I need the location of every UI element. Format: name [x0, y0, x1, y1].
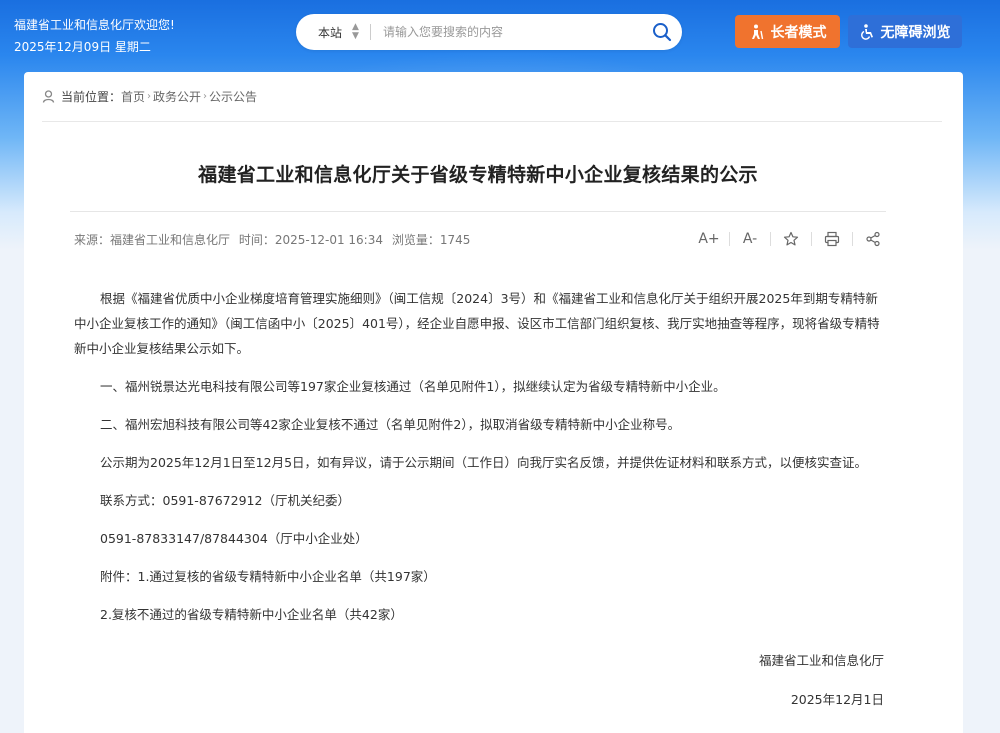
- article-paragraph: 公示期为2025年12月1日至12月5日，如有异议，请于公示期间（工作日）向我厅…: [100, 455, 868, 470]
- signature-org: 福建省工业和信息化厅: [758, 653, 884, 668]
- article-meta: 来源：福建省工业和信息化厅 时间：2025-12-01 16:34 浏览量：17…: [74, 231, 475, 248]
- welcome-text: 福建省工业和信息化厅欢迎您!: [14, 18, 175, 32]
- search-scope-select[interactable]: 本站 ▲ ▼: [296, 23, 370, 41]
- accessibility-button[interactable]: 无障碍浏览: [848, 15, 962, 48]
- attachment-link-2[interactable]: 2.复核不通过的省级专精特新中小企业名单（共42家）: [74, 602, 884, 627]
- welcome-block: 福建省工业和信息化厅欢迎您! 2025年12月09日 星期二: [14, 15, 175, 57]
- toolbar-divider: [852, 232, 853, 246]
- title-divider: [70, 211, 886, 212]
- printer-icon: [824, 231, 840, 247]
- breadcrumb-gov-open-link[interactable]: 政务公开: [153, 88, 201, 105]
- article-time: 时间：2025-12-01 16:34: [238, 233, 383, 247]
- breadcrumb-home-link[interactable]: 首页: [121, 88, 145, 105]
- chevron-right-icon: ›: [147, 91, 152, 102]
- share-icon: [866, 231, 880, 247]
- favorite-button[interactable]: [780, 229, 802, 249]
- article-toolbar: A+ A-: [698, 229, 884, 249]
- search-bar: 本站 ▲ ▼: [296, 14, 682, 50]
- updown-arrows-icon: ▲ ▼: [352, 22, 359, 41]
- article-source: 来源：福建省工业和信息化厅: [74, 233, 231, 247]
- article-paragraph: 0591-87833147/87844304（厅中小企业处）: [100, 531, 368, 546]
- search-divider: [370, 24, 371, 40]
- share-button[interactable]: [862, 229, 884, 249]
- chevron-right-icon: ›: [203, 91, 208, 102]
- accessibility-label: 无障碍浏览: [880, 24, 951, 41]
- print-button[interactable]: [821, 229, 843, 249]
- font-increase-icon: A+: [698, 231, 720, 247]
- font-decrease-icon: A-: [742, 231, 758, 247]
- article-paragraph: 二、福州宏旭科技有限公司等42家企业复核不通过（名单见附件2），拟取消省级专精特…: [100, 417, 681, 432]
- toolbar-divider: [811, 232, 812, 246]
- location-icon: [42, 90, 55, 103]
- elder-icon: [751, 24, 763, 39]
- font-decrease-button[interactable]: A-: [739, 229, 761, 249]
- article-paragraph: 根据《福建省优质中小企业梯度培育管理实施细则》（闽工信规〔2024〕3号）和《福…: [74, 291, 880, 356]
- article-body: 根据《福建省优质中小企业梯度培育管理实施细则》（闽工信规〔2024〕3号）和《福…: [74, 286, 884, 640]
- breadcrumb: 当前位置： 首页 › 政务公开 › 公示公告: [42, 88, 257, 105]
- article-title: 福建省工业和信息化厅关于省级专精特新中小企业复核结果的公示: [198, 164, 758, 186]
- current-date: 2025年12月09日 星期二: [14, 40, 151, 54]
- search-scope-label: 本站: [318, 25, 343, 40]
- font-increase-button[interactable]: A+: [698, 229, 720, 249]
- attachment-link-1[interactable]: 附件：1.通过复核的省级专精特新中小企业名单（共197家）: [74, 564, 884, 589]
- search-input[interactable]: [383, 25, 642, 39]
- toolbar-divider: [729, 232, 730, 246]
- article-views: 浏览量：1745: [391, 233, 471, 247]
- toolbar-divider: [770, 232, 771, 246]
- elder-mode-label: 长者模式: [770, 24, 827, 41]
- breadcrumb-divider: [42, 121, 942, 122]
- breadcrumb-label: 当前位置：: [61, 90, 122, 104]
- search-button[interactable]: [642, 14, 682, 50]
- signature-date: 2025年12月1日: [790, 692, 884, 707]
- article-paragraph: 一、福州锐景达光电科技有限公司等197家企业复核通过（名单见附件1），拟继续认定…: [100, 379, 726, 394]
- elder-mode-button[interactable]: 长者模式: [735, 15, 840, 48]
- article-paragraph: 联系方式：0591-87672912（厅机关纪委）: [100, 493, 350, 508]
- breadcrumb-notices-link[interactable]: 公示公告: [209, 88, 257, 105]
- wheelchair-icon: [860, 23, 873, 40]
- star-icon: [783, 231, 799, 246]
- search-icon: [653, 23, 672, 42]
